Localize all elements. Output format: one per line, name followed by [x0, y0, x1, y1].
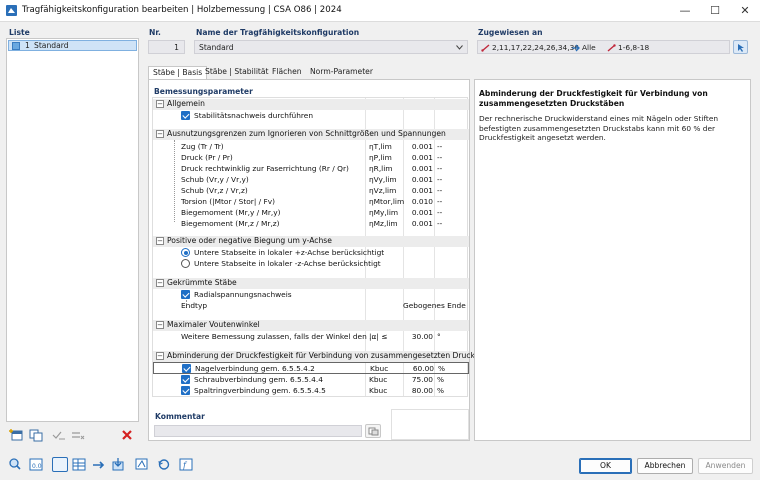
table-row[interactable]: Schub (Vr,z / Vr,z) ηVz,lim 0.001 --	[153, 185, 469, 196]
pick-cursor-icon	[738, 44, 744, 52]
cancel-button[interactable]: Abbrechen	[637, 458, 693, 474]
nr-label: Nr.	[149, 28, 161, 37]
list-item-name: Standard	[34, 41, 69, 50]
svg-text:0.0: 0.0	[32, 463, 42, 470]
tab-surfaces[interactable]: Flächen	[268, 66, 306, 79]
group-reduction[interactable]: − Abminderung der Druckfestigkeit für Ver…	[153, 351, 501, 362]
title-bar: Tragfähigkeitskonfiguration bearbeiten |…	[0, 0, 760, 22]
group-bending[interactable]: − Positive oder negative Biegung um y-Ach…	[153, 236, 469, 247]
comment-label: Kommentar	[155, 412, 205, 421]
export-icon[interactable]	[91, 457, 107, 472]
delete-icon[interactable]	[119, 428, 135, 443]
screw-connection-checkbox[interactable]	[181, 375, 190, 384]
minimize-button[interactable]: —	[670, 0, 700, 22]
window-title: Tragfähigkeitskonfiguration bearbeiten |…	[22, 5, 342, 15]
bending-minus-z-radio[interactable]	[181, 259, 190, 268]
member-set-icon	[607, 44, 616, 52]
import-icon[interactable]	[110, 457, 126, 472]
chevron-down-icon	[456, 45, 463, 50]
table-row[interactable]: Druck rechtwinklig zur Faserrichtung (Rr…	[153, 163, 469, 174]
apply-button[interactable]: Anwenden	[698, 458, 753, 474]
select-objects-button[interactable]	[733, 40, 748, 54]
table-row[interactable]: Spaltringverbindung gem. 6.5.5.4.5 Kbuc …	[153, 385, 469, 396]
comment-library-button[interactable]	[365, 424, 381, 438]
tab-code-parameters[interactable]: Norm-Parameter	[306, 66, 377, 79]
nail-connection-checkbox[interactable]	[182, 364, 191, 373]
reset-icon[interactable]	[156, 457, 172, 472]
member-icon	[481, 44, 490, 52]
uncheck-all-icon[interactable]	[70, 428, 86, 443]
list-panel: 1 Standard	[6, 38, 139, 422]
list-header: Liste	[9, 28, 30, 37]
radial-stress-row: Radialspannungsnachweis	[153, 289, 469, 300]
table-row[interactable]: Torsion (|Mtor / Stor| / Fv) ηMtor,lim 0.0…	[153, 196, 469, 207]
params-tree: − Allgemein Stabilitätsnachweis durchführ…	[152, 97, 501, 397]
formula-icon[interactable]: f	[178, 457, 194, 472]
table-row[interactable]: Biegemoment (Mr,y / Mr,y) ηMy,lim 0.001 --	[153, 207, 469, 218]
radial-stress-checkbox[interactable]	[181, 290, 190, 299]
tab-members-stability[interactable]: Stäbe | Stabilität	[201, 66, 273, 79]
haunch-angle-row[interactable]: Weitere Bemessung zulassen, falls der Wi…	[153, 331, 469, 342]
view-toggle-icon[interactable]	[52, 457, 68, 472]
assigned-field: 2,11,17,22,24,26,34,36 Alle 1-6,8-18	[477, 40, 730, 54]
copy-config-icon[interactable]	[28, 428, 44, 443]
app-icon	[6, 5, 17, 16]
table-row[interactable]: Druck (Pr / Pr) ηP,lim 0.001 --	[153, 152, 469, 163]
stability-check-row: Stabilitätsnachweis durchführen	[153, 110, 469, 121]
group-haunch[interactable]: − Maximaler Voutenwinkel	[153, 320, 469, 331]
units-icon[interactable]: 0.0	[28, 457, 44, 472]
group-general[interactable]: − Allgemein	[153, 99, 469, 110]
bending-option-row: Untere Stabseite in lokaler -z-Achse ber…	[153, 258, 469, 269]
table-row[interactable]: Zug (Tr / Tr) ηT,lim 0.001 --	[153, 141, 469, 152]
info-title: Abminderung der Druckfestigkeit für Verb…	[479, 89, 708, 108]
split-ring-connection-checkbox[interactable]	[181, 386, 190, 395]
new-config-icon[interactable]	[9, 428, 25, 443]
nr-field: 1	[148, 40, 185, 54]
config-icon	[12, 42, 20, 50]
check-all-icon[interactable]	[51, 428, 67, 443]
set-icon	[572, 44, 580, 52]
tab-members-basic[interactable]: Stäbe | Basis	[148, 66, 208, 80]
table-row[interactable]: Schub (Vr,y / Vr,y) ηVy,lim 0.001 --	[153, 174, 469, 185]
list-item[interactable]: 1 Standard	[8, 40, 137, 51]
stability-check-checkbox[interactable]	[181, 111, 190, 120]
info-body: Der rechnerische Druckwiderstand eines m…	[479, 114, 719, 143]
name-label: Name der Tragfähigkeitskonfiguration	[196, 28, 360, 37]
bending-plus-z-radio[interactable]	[181, 248, 190, 257]
comment-side-panel	[391, 409, 469, 440]
list-item-number: 1	[25, 41, 30, 50]
end-type-row[interactable]: Endtyp Gebogenes Ende	[153, 300, 469, 311]
assigned-label: Zugewiesen an	[478, 28, 543, 37]
maximize-button[interactable]: ☐	[700, 0, 730, 22]
table-row[interactable]: Schraubverbindung gem. 6.5.5.4.4 Kbuc 75…	[153, 374, 469, 385]
model-icon[interactable]	[134, 457, 150, 472]
table-row[interactable]: Biegemoment (Mr,z / Mr,z) ηMz,lim 0.001 --	[153, 218, 469, 229]
table-view-icon[interactable]	[71, 457, 87, 472]
bending-option-row: Untere Stabseite in lokaler +z-Achse ber…	[153, 247, 469, 258]
info-panel: Abminderung der Druckfestigkeit für Verb…	[474, 79, 751, 441]
group-curved[interactable]: − Gekrümmte Stäbe	[153, 278, 469, 289]
close-button[interactable]: ✕	[730, 0, 760, 22]
search-icon[interactable]	[7, 457, 23, 472]
comment-input[interactable]	[154, 425, 362, 437]
comment-library-icon	[368, 427, 379, 436]
name-combobox[interactable]: Standard	[194, 40, 468, 54]
table-row[interactable]: Nagelverbindung gem. 6.5.5.4.2 Kbuc 60.0…	[153, 362, 469, 374]
params-title: Bemessungsparameter	[154, 87, 253, 96]
ok-button[interactable]: OK	[579, 458, 632, 474]
group-utilization[interactable]: − Ausnutzungsgrenzen zum Ignorieren von S…	[153, 129, 469, 140]
